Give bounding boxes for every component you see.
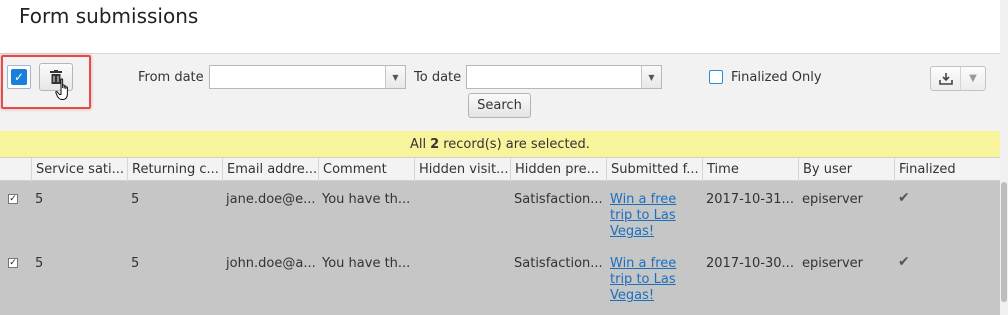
search-button[interactable]: Search [468, 93, 531, 118]
header-comment[interactable]: Comment [318, 158, 414, 182]
header-hidden-visit[interactable]: Hidden visit... [414, 158, 510, 182]
row-checkbox[interactable]: ✓ [8, 258, 18, 268]
header-finalized[interactable]: Finalized [894, 158, 1000, 182]
to-date-label: To date [414, 70, 462, 85]
cell-comment: You have th... [322, 256, 411, 271]
selection-count: 2 [430, 136, 440, 152]
cell-hidden-pre: Satisfaction... [514, 192, 603, 207]
submitted-from-link[interactable]: Win a free trip to Las Vegas! [606, 192, 688, 240]
checkmark-icon: ✔ [898, 190, 910, 206]
cell-time: 2017-10-31... [706, 192, 794, 207]
submitted-from-link[interactable]: Win a free trip to Las Vegas! [606, 256, 688, 304]
header-hidden-pre[interactable]: Hidden pre... [510, 158, 606, 182]
header-select [0, 158, 31, 182]
triangle-down-icon: ▼ [648, 72, 655, 82]
header-returning[interactable]: Returning c... [127, 158, 222, 182]
download-icon [931, 67, 961, 90]
finalized-only-label: Finalized Only [731, 70, 822, 85]
export-button[interactable]: ▼ [930, 66, 986, 91]
row-checkbox[interactable]: ✓ [8, 194, 18, 204]
selection-suffix: record(s) are selected. [443, 136, 590, 152]
header-user[interactable]: By user [798, 158, 894, 182]
selection-status-bar: All 2 record(s) are selected. [0, 131, 1000, 157]
to-date-input[interactable]: ▼ [466, 65, 662, 89]
checkmark-icon: ✔ [898, 254, 910, 270]
scrollbar-thumb[interactable] [1001, 182, 1007, 302]
triangle-down-icon: ▼ [392, 72, 399, 82]
cell-returning: 5 [131, 192, 140, 207]
cell-user: episerver [802, 192, 864, 207]
table-row[interactable]: ✓ 5 5 jane.doe@e... You have th... Satis… [0, 182, 1000, 244]
selection-prefix: All [410, 136, 427, 152]
header-time[interactable]: Time [702, 158, 798, 182]
selection-highlight [1, 55, 91, 109]
from-date-dropdown-button[interactable]: ▼ [385, 66, 405, 88]
finalized-only-checkbox[interactable] [709, 70, 723, 84]
header-email[interactable]: Email addre... [222, 158, 318, 182]
from-date-input[interactable]: ▼ [209, 65, 406, 89]
header-service[interactable]: Service sati... [31, 158, 127, 182]
cell-time: 2017-10-30... [706, 256, 794, 271]
chevron-down-icon[interactable]: ▼ [961, 73, 985, 84]
from-date-label: From date [138, 70, 204, 85]
page-title: Form submissions [19, 4, 199, 28]
header-submitted[interactable]: Submitted f... [606, 158, 702, 182]
page-scrollbar[interactable] [1000, 0, 1008, 315]
to-date-dropdown-button[interactable]: ▼ [641, 66, 661, 88]
cell-comment: You have th... [322, 192, 411, 207]
grid-header: Service sati... Returning c... Email add… [0, 157, 1000, 182]
cell-email: john.doe@a... [226, 256, 316, 271]
cell-hidden-pre: Satisfaction... [514, 256, 603, 271]
cell-user: episerver [802, 256, 864, 271]
cell-service: 5 [35, 192, 44, 207]
cell-returning: 5 [131, 256, 140, 271]
cell-email: jane.doe@e... [226, 192, 316, 207]
submissions-grid: Service sati... Returning c... Email add… [0, 157, 1000, 315]
cell-service: 5 [35, 256, 44, 271]
table-row[interactable]: ✓ 5 5 john.doe@a... You have th... Satis… [0, 246, 1000, 308]
